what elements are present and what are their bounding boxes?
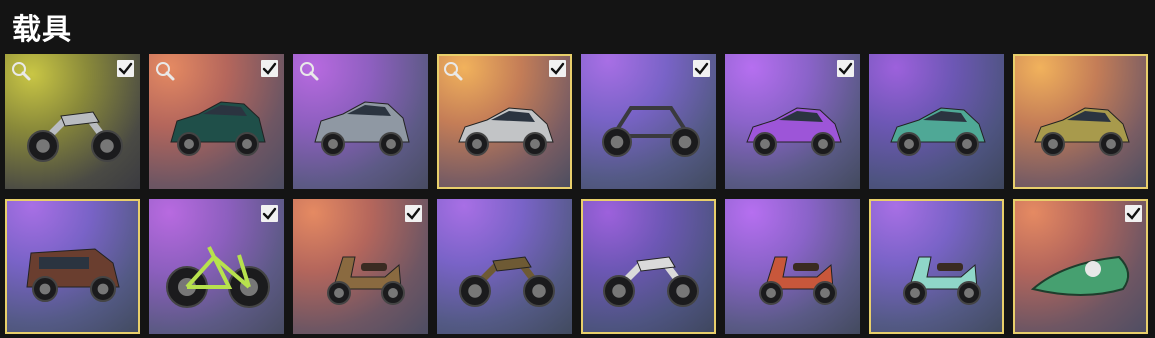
vehicle-tile[interactable] [1013, 199, 1148, 334]
sport-suv-icon [314, 101, 410, 156]
sedan-teal-icon [890, 107, 986, 156]
scooter-brown-icon [327, 256, 405, 305]
buggy-icon [602, 106, 700, 157]
vehicle-tile[interactable] [1013, 54, 1148, 189]
vehicle-grid [5, 54, 1148, 334]
motorcycle-bw-icon [603, 256, 699, 307]
vehicle-tile[interactable] [869, 199, 1004, 334]
scooter-mint-icon [903, 256, 981, 305]
vehicle-tile[interactable] [5, 54, 140, 189]
vehicle-tile[interactable] [5, 199, 140, 334]
vehicle-tile[interactable] [437, 199, 572, 334]
vehicle-tile[interactable] [869, 54, 1004, 189]
touring-motorcycle-icon [27, 111, 123, 162]
vehicle-tile[interactable] [581, 54, 716, 189]
sedan-camo-icon [1034, 107, 1130, 156]
sedan-purple-icon [746, 107, 842, 156]
jeep-icon [26, 248, 120, 302]
sports-car-icon [458, 107, 554, 156]
vehicle-tile[interactable] [293, 54, 428, 189]
vehicle-tile[interactable] [725, 199, 860, 334]
jet-ski-icon [1030, 255, 1130, 296]
vehicle-tile[interactable] [581, 199, 716, 334]
scooter-colorful-icon [759, 256, 837, 305]
dirt-bike-icon [459, 256, 555, 307]
vehicle-tile[interactable] [437, 54, 572, 189]
vehicle-tile[interactable] [725, 54, 860, 189]
vehicle-tile[interactable] [149, 54, 284, 189]
bicycle-icon [166, 246, 270, 308]
vehicle-tile[interactable] [293, 199, 428, 334]
vehicle-tile[interactable] [149, 199, 284, 334]
suv-icon [170, 101, 266, 156]
page-title: 载具 [12, 12, 73, 46]
